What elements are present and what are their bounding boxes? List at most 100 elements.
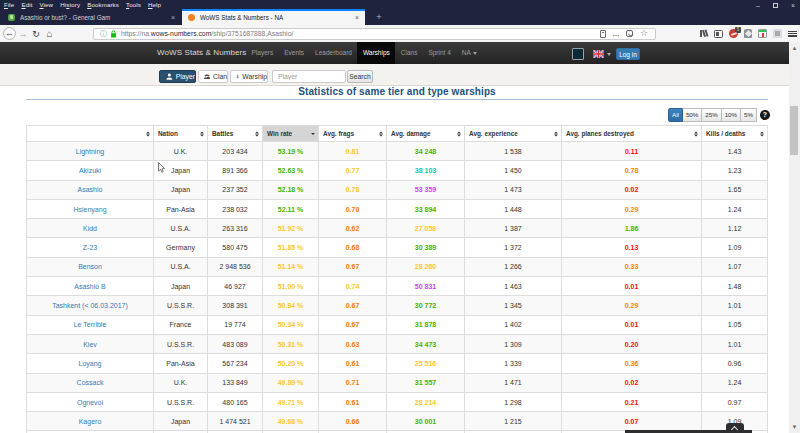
page-scrollbar[interactable]: ▲ ▼ bbox=[789, 42, 800, 433]
nav-item-events[interactable]: Events bbox=[279, 42, 310, 64]
scroll-down-icon[interactable]: ▼ bbox=[789, 424, 800, 430]
uk-flag-icon[interactable] bbox=[593, 50, 604, 58]
filter-button-all[interactable]: All bbox=[668, 108, 683, 122]
column-header-avg-experience[interactable]: Avg. experience bbox=[465, 126, 562, 142]
page-actions-icon[interactable]: … bbox=[612, 31, 620, 37]
menu-history[interactable]: History bbox=[60, 1, 80, 8]
cell-ship: Asashio B bbox=[27, 277, 154, 296]
scrollbar-thumb[interactable] bbox=[790, 106, 798, 155]
tab-close-icon[interactable]: × bbox=[351, 14, 365, 21]
cell-avg-experience: 1 402 bbox=[465, 315, 562, 334]
filter-button-5pct[interactable]: 5% bbox=[741, 108, 757, 122]
ship-link[interactable]: Asashio B bbox=[74, 283, 106, 290]
cell-ship: Ognevoi bbox=[27, 392, 154, 411]
pocket-icon[interactable] bbox=[626, 30, 633, 37]
ship-link[interactable]: Akizuki bbox=[79, 167, 101, 174]
cell-avg-experience: 1 339 bbox=[465, 354, 562, 373]
cell-avg-damage: 30 389 bbox=[387, 238, 465, 257]
language-caret-icon[interactable] bbox=[607, 53, 611, 56]
cell-kills-deaths: 1.12 bbox=[702, 219, 768, 238]
tab-wows-numbers[interactable]: WoWS Stats & Numbers - NA × bbox=[182, 9, 365, 25]
column-header-win-rate[interactable]: Win rate bbox=[263, 126, 319, 142]
ship-link[interactable]: Kidd bbox=[83, 225, 97, 232]
reload-button[interactable]: ↻ bbox=[31, 28, 41, 40]
cell-kills-deaths: 1.09 bbox=[702, 238, 768, 257]
menu-file[interactable]: File bbox=[4, 1, 14, 8]
theme-toggle[interactable] bbox=[572, 48, 584, 60]
column-header-avg-damage[interactable]: Avg. damage bbox=[387, 126, 465, 142]
scroll-up-icon[interactable]: ▲ bbox=[789, 45, 800, 51]
cell-avg-frags: 0.77 bbox=[319, 161, 387, 180]
column-header-avg-planes-destroyed[interactable]: Avg. planes destroyed bbox=[562, 126, 702, 142]
search-input[interactable] bbox=[272, 70, 346, 83]
site-info-icon[interactable]: ⓘ bbox=[100, 30, 107, 37]
cell-win-rate: 52.11 % bbox=[263, 199, 319, 218]
column-header-kills-deaths[interactable]: Kills / deaths bbox=[702, 126, 768, 142]
sidebar-icon[interactable] bbox=[714, 30, 723, 38]
nav-item-leaderboard[interactable]: Leaderboard bbox=[310, 42, 358, 64]
filter-button-10pct[interactable]: 10% bbox=[722, 108, 741, 122]
nav-item-clans[interactable]: Clans bbox=[395, 42, 423, 64]
tab-forum[interactable]: Asashio or bust? - General Gam × bbox=[2, 9, 181, 25]
reader-mode-icon[interactable] bbox=[600, 30, 606, 38]
cell-avg-experience: 1 215 bbox=[465, 412, 562, 431]
column-header-avg-frags[interactable]: Avg. frags bbox=[319, 126, 387, 142]
login-button[interactable]: Log in bbox=[616, 48, 640, 60]
ship-link[interactable]: Kagero bbox=[79, 418, 102, 425]
new-tab-button[interactable]: + bbox=[372, 11, 386, 23]
hamburger-menu-icon[interactable] bbox=[788, 29, 797, 38]
tab-close-icon[interactable]: × bbox=[167, 14, 181, 21]
maximize-button[interactable] bbox=[773, 3, 778, 8]
home-button[interactable]: ⌂ bbox=[44, 28, 55, 40]
filter-button-50pct[interactable]: 50% bbox=[683, 108, 702, 122]
filter-button-25pct[interactable]: 25% bbox=[702, 108, 721, 122]
help-icon[interactable]: ? bbox=[760, 110, 770, 120]
nav-item-sprint-4[interactable]: Sprint 4 bbox=[423, 42, 456, 64]
ship-link[interactable]: Asashio bbox=[78, 186, 103, 193]
ship-link[interactable]: Ognevoi bbox=[77, 399, 103, 406]
ship-link[interactable]: Z-23 bbox=[83, 244, 97, 251]
cell-kills-deaths: 0.96 bbox=[702, 354, 768, 373]
close-button[interactable]: × bbox=[791, 2, 795, 9]
library-icon[interactable] bbox=[699, 29, 708, 38]
column-header-ship[interactable] bbox=[27, 126, 154, 142]
table-row: Z-23Germany580 47551.85 %0.6830 3891 372… bbox=[27, 238, 768, 257]
minimize-button[interactable]: – bbox=[756, 2, 760, 9]
column-header-nation[interactable]: Nation bbox=[154, 126, 208, 142]
back-button[interactable]: ← bbox=[3, 27, 16, 40]
cell-avg-experience: 1 345 bbox=[465, 296, 562, 315]
url-bar[interactable]: ⓘ https://na.wows-numbers.com/ship/37516… bbox=[93, 28, 656, 40]
ship-link[interactable]: Kiev bbox=[83, 341, 97, 348]
ship-link[interactable]: Benson bbox=[78, 263, 102, 270]
menu-view[interactable]: View bbox=[39, 1, 53, 8]
menu-tools[interactable]: Tools bbox=[126, 1, 141, 8]
search-button[interactable]: Search bbox=[347, 70, 373, 83]
search-mode-clan-button[interactable]: Clan bbox=[198, 70, 228, 83]
forward-button[interactable]: → bbox=[18, 28, 28, 40]
ship-link[interactable]: Cossack bbox=[77, 379, 104, 386]
nav-item-na[interactable]: NA bbox=[456, 42, 482, 64]
site-brand[interactable]: WoWS Stats & Numbers bbox=[157, 42, 246, 64]
adblock-icon[interactable]: 5 bbox=[729, 29, 738, 38]
cell-avg-experience: 1 387 bbox=[465, 219, 562, 238]
extension-icon-2[interactable] bbox=[773, 29, 782, 38]
banner-expand-button[interactable] bbox=[726, 423, 744, 433]
sort-icon bbox=[255, 131, 259, 136]
menu-bookmarks[interactable]: Bookmarks bbox=[87, 1, 119, 8]
cell-avg-planes-destroyed: 0.07 bbox=[562, 412, 702, 431]
ship-link[interactable]: Lightning bbox=[76, 148, 104, 155]
ship-link[interactable]: Loyang bbox=[79, 360, 102, 367]
extension-icon[interactable] bbox=[758, 29, 767, 38]
nav-item-warships[interactable]: Warships bbox=[357, 42, 395, 64]
ship-link[interactable]: Le Terrible bbox=[74, 321, 107, 328]
menu-help[interactable]: Help bbox=[148, 1, 161, 8]
bookmark-star-icon[interactable]: ☆ bbox=[640, 29, 648, 38]
ship-link[interactable]: Tashkent (< 06.03.2017) bbox=[52, 302, 128, 309]
ship-link[interactable]: Hsienyang bbox=[73, 206, 106, 213]
search-mode-warship-button[interactable]: Warship bbox=[230, 70, 268, 83]
nav-item-players[interactable]: Players bbox=[246, 42, 279, 64]
column-header-battles[interactable]: Battles bbox=[208, 126, 263, 142]
menu-edit[interactable]: Edit bbox=[21, 1, 32, 8]
ghostery-icon[interactable] bbox=[744, 29, 752, 38]
search-mode-player-button[interactable]: Player bbox=[159, 70, 196, 83]
